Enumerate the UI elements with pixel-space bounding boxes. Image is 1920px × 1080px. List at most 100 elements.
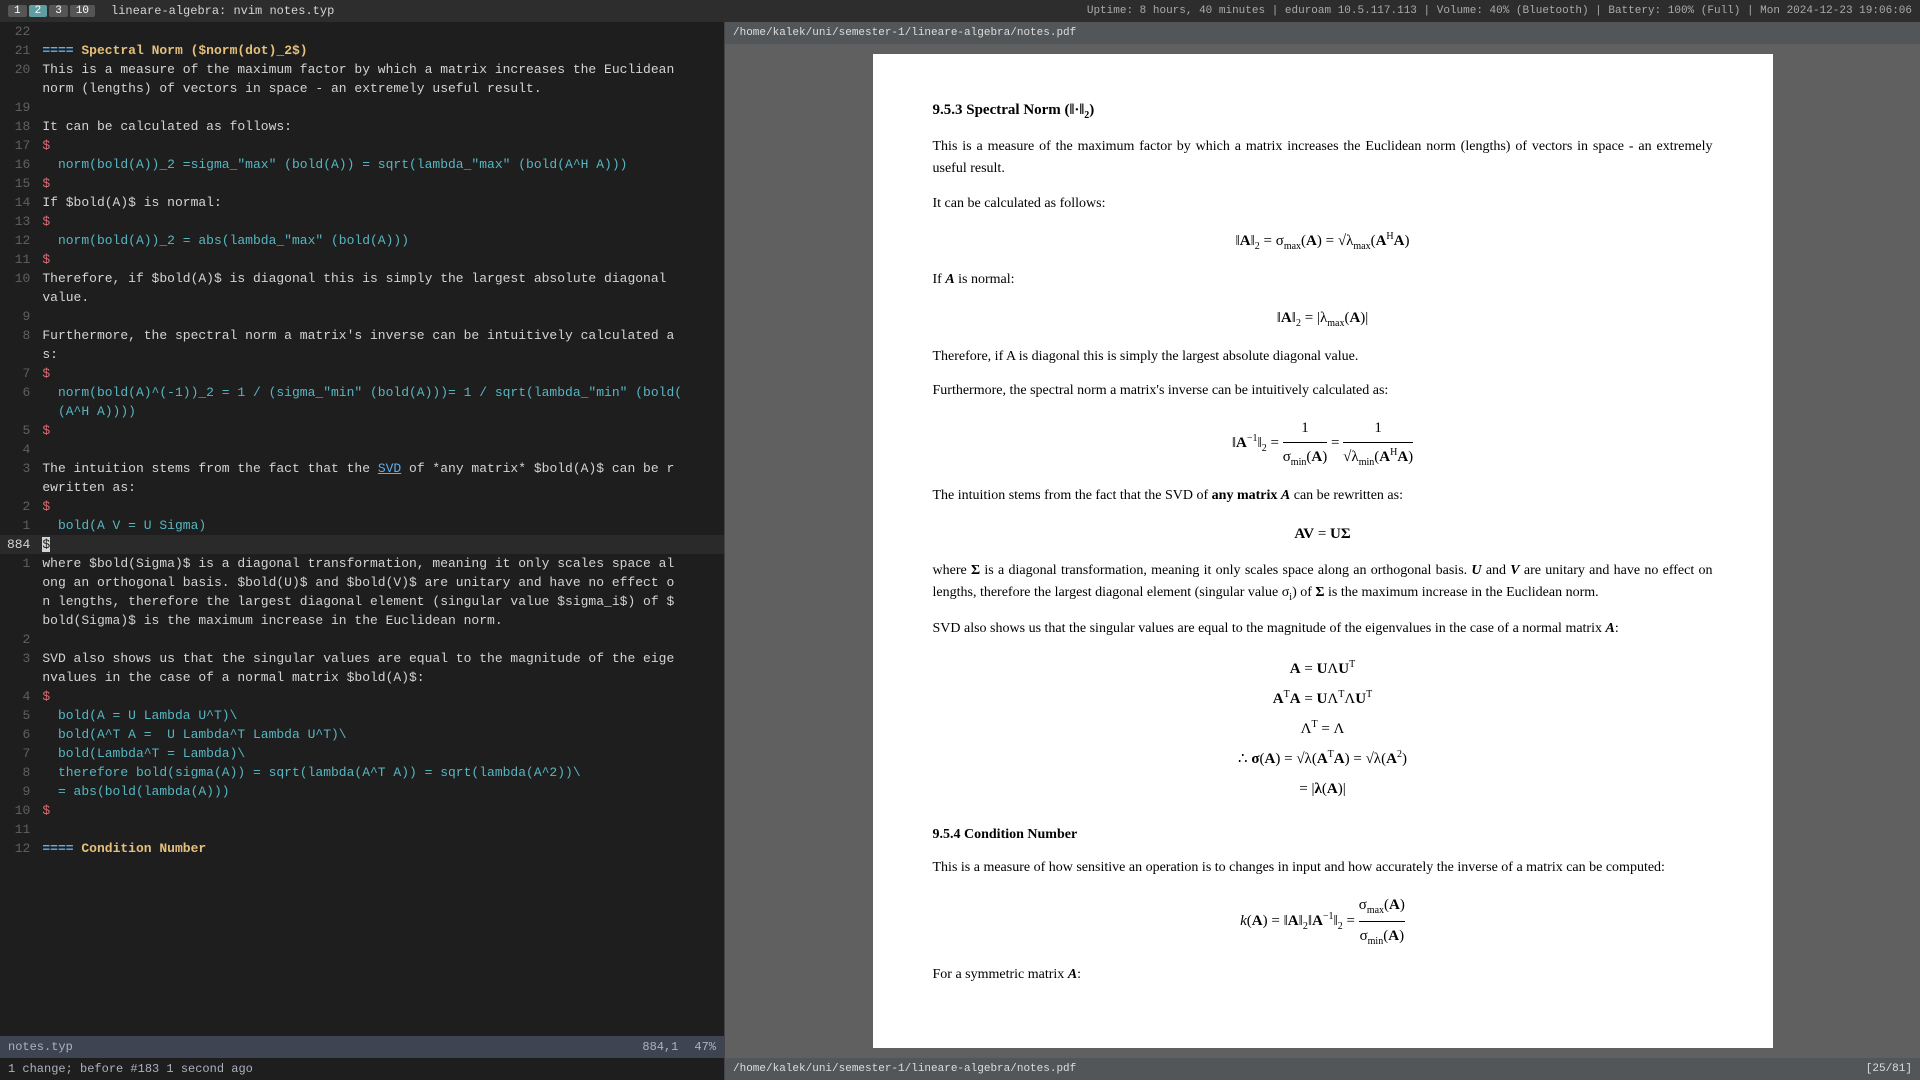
editor-line: 5 $ [0,421,724,440]
line-content: value. [38,288,724,307]
editor-pane[interactable]: 22 21 ==== Spectral Norm ($norm(dot)_2$)… [0,22,725,1080]
line-content: bold(Sigma)$ is the maximum increase in … [38,611,724,630]
editor-line: 7 bold(Lambda^T = Lambda)\ [0,744,724,763]
pdf-math-formula-normal: ‖A‖2 = |λmax(A)| [933,306,1713,332]
line-content: norm(bold(A))_2 =sigma_"max" (bold(A)) =… [38,155,724,174]
line-number: 12 [0,839,38,858]
editor-line: 9 [0,307,724,326]
line-content: This is a measure of the maximum factor … [38,60,724,79]
pdf-math-formula: ‖A‖2 = σmax(A) = √λmax(AHA) [933,229,1713,255]
line-number: 14 [0,193,38,212]
line-number: 12 [0,231,38,250]
line-number: 13 [0,212,38,231]
editor-line: s: [0,345,724,364]
editor-line: 4 [0,440,724,459]
pdf-page[interactable]: 9.5.3 Spectral Norm (‖·‖2) This is a mea… [873,54,1773,1048]
line-number: 884 [0,535,38,554]
editor-line: 10 Therefore, if $bold(A)$ is diagonal t… [0,269,724,288]
line-content: $ [38,801,724,820]
pdf-paragraph: If A is normal: [933,269,1713,291]
pdf-paragraph: This is a measure of the maximum factor … [933,136,1713,181]
line-content: It can be calculated as follows: [38,117,724,136]
line-number: 11 [0,820,38,839]
pdf-math-formula-inverse: ‖A−1‖2 = 1 σmin(A) = 1 √λmin(AHA) [933,416,1713,471]
editor-line: 18 It can be calculated as follows: [0,117,724,136]
editor-line: 8 therefore bold(sigma(A)) = sqrt(lambda… [0,763,724,782]
line-number [0,573,38,592]
editor-line: nvalues in the case of a normal matrix $… [0,668,724,687]
line-number: 15 [0,174,38,193]
pdf-path: /home/kalek/uni/semester-1/lineare-algeb… [733,27,1076,39]
line-number: 22 [0,22,38,41]
pdf-toolbar: /home/kalek/uni/semester-1/lineare-algeb… [725,22,1920,44]
editor-line: 4 $ [0,687,724,706]
editor-line: 2 $ [0,497,724,516]
editor-line: 3 SVD also shows us that the singular va… [0,649,724,668]
line-content: Therefore, if $bold(A)$ is diagonal this… [38,269,724,288]
line-content: $ [38,174,724,193]
line-content: $ [38,497,724,516]
line-content [38,820,724,839]
pdf-pane[interactable]: /home/kalek/uni/semester-1/lineare-algeb… [725,22,1920,1080]
line-content: s: [38,345,724,364]
line-content [38,98,724,117]
window-title: lineare-algebra: nvim notes.typ [111,4,334,18]
line-content: $ [38,687,724,706]
statusbar-right: 884,1 47% [642,1040,716,1054]
line-content: nvalues in the case of a normal matrix $… [38,668,724,687]
editor-line: 884 $ [0,535,724,554]
pdf-math-avus: AV = UΣ [933,522,1713,546]
line-content: SVD also shows us that the singular valu… [38,649,724,668]
line-number: 2 [0,630,38,649]
line-number: 1 [0,554,38,573]
pdf-page-info: [25/81] [1866,1063,1912,1075]
editor-line: 11 [0,820,724,839]
editor-line: ewritten as: [0,478,724,497]
line-content: norm(bold(A))_2 = abs(lambda_"max" (bold… [38,231,724,250]
editor-line: 1 bold(A V = U Sigma) [0,516,724,535]
tab-10[interactable]: 10 [70,5,95,17]
line-number: 3 [0,649,38,668]
statusbar-left: notes.typ [8,1040,73,1054]
line-content [38,630,724,649]
editor-line: 21 ==== Spectral Norm ($norm(dot)_2$) [0,41,724,60]
line-content: $ [38,136,724,155]
editor-line: 10 $ [0,801,724,820]
line-number [0,478,38,497]
scroll-percent: 47% [694,1040,716,1054]
editor-line: 12 norm(bold(A))_2 = abs(lambda_"max" (b… [0,231,724,250]
line-number: 7 [0,744,38,763]
line-content [38,307,724,326]
tab-bar[interactable]: 1 2 3 10 [8,5,95,17]
tab-2[interactable]: 2 [29,5,48,17]
line-number: 4 [0,687,38,706]
tab-3[interactable]: 3 [49,5,68,17]
cursor-position: 884,1 [642,1040,678,1054]
pdf-content[interactable]: 9.5.3 Spectral Norm (‖·‖2) This is a mea… [725,44,1920,1058]
line-number: 1 [0,516,38,535]
pdf-paragraph: Therefore, if A is diagonal this is simp… [933,346,1713,368]
line-number: 6 [0,383,38,402]
tab-1[interactable]: 1 [8,5,27,17]
line-content: bold(Lambda^T = Lambda)\ [38,744,724,763]
line-number: 16 [0,155,38,174]
line-content: $ [38,421,724,440]
editor-line: bold(Sigma)$ is the maximum increase in … [0,611,724,630]
change-message: 1 change; before #183 1 second ago [8,1062,253,1076]
editor-line: 3 The intuition stems from the fact that… [0,459,724,478]
editor-line: 16 norm(bold(A))_2 =sigma_"max" (bold(A)… [0,155,724,174]
editor-line: 7 $ [0,364,724,383]
editor-line: n lengths, therefore the largest diagona… [0,592,724,611]
line-content: therefore bold(sigma(A)) = sqrt(lambda(A… [38,763,724,782]
line-number: 18 [0,117,38,136]
line-number: 8 [0,763,38,782]
top-status-bar: 1 2 3 10 lineare-algebra: nvim notes.typ… [0,0,1920,22]
editor-line: 6 bold(A^T A = U Lambda^T Lambda U^T)\ [0,725,724,744]
line-number: 17 [0,136,38,155]
line-number [0,611,38,630]
editor-line: (A^H A)))) [0,402,724,421]
line-content: $ [38,535,724,554]
line-number: 10 [0,269,38,288]
editor-content[interactable]: 22 21 ==== Spectral Norm ($norm(dot)_2$)… [0,22,724,1036]
line-number: 10 [0,801,38,820]
